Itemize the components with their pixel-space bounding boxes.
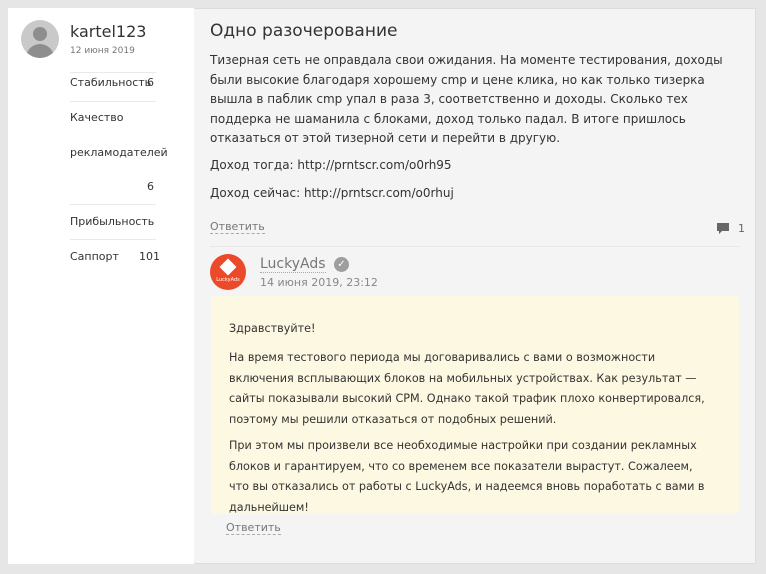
verified-check-icon: ✓ [334, 257, 349, 272]
reply-button[interactable]: Ответить [210, 220, 265, 234]
luckyads-logo[interactable]: LuckyAds [210, 254, 246, 290]
user-sidebar: kartel123 12 июня 2019 Стабильность 6 Ка… [8, 8, 194, 564]
answer-reply-button[interactable]: Ответить [226, 521, 281, 535]
answer-date: 14 июня 2019, 23:12 [260, 276, 378, 289]
answer-greeting: Здравствуйте! [229, 322, 316, 335]
rating-label-quality-line2: рекламодателей [70, 146, 168, 159]
user-placeholder-icon [21, 20, 59, 58]
rating-value-stability: 6 [147, 76, 154, 89]
rating-label-quality-line1: Качество [70, 111, 124, 124]
comment-bubble-icon [717, 223, 729, 234]
divider [210, 246, 740, 247]
comments-counter[interactable]: 1 [716, 222, 745, 235]
divider [70, 101, 156, 102]
rating-label-support: Саппорт [70, 250, 119, 263]
comments-count: 1 [738, 222, 745, 235]
divider [70, 204, 156, 205]
rating-value-support: 101 [139, 250, 160, 263]
company-answer: Здравствуйте! На время тестового периода… [211, 296, 739, 514]
user-date: 12 июня 2019 [70, 46, 135, 56]
username[interactable]: kartel123 [70, 22, 146, 41]
review-content: Одно разочерование Тизерная сеть не опра… [194, 8, 756, 564]
review-title: Одно разочерование [210, 21, 398, 41]
answer-paragraph-2: При этом мы произвели все необходимые на… [229, 439, 705, 514]
divider [70, 72, 156, 73]
rating-value-quality: 6 [147, 180, 154, 193]
income-now[interactable]: Доход сейчас: http://prntscr.com/o0rhuj [210, 186, 454, 200]
review-text: Тизерная сеть не оправдала свои ожидания… [210, 53, 723, 145]
income-then[interactable]: Доход тогда: http://prntscr.com/o0rh95 [210, 158, 452, 172]
company-name[interactable]: LuckyAds [260, 256, 326, 273]
rating-label-profitability: Прибыльность [70, 215, 155, 228]
divider [70, 239, 156, 240]
rating-label-stability: Стабильность [70, 76, 152, 89]
answer-paragraph-1: На время тестового периода мы договарива… [229, 351, 705, 426]
